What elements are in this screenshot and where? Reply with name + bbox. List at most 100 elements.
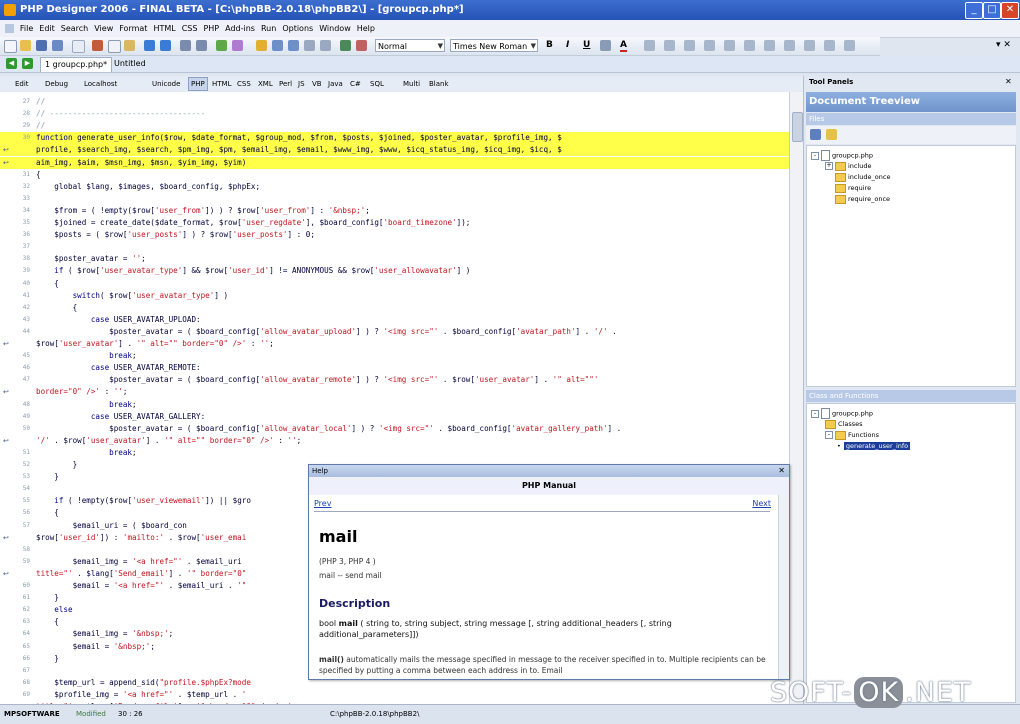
code-line[interactable]: 32 global $lang, $images, $board_config,… <box>0 181 789 193</box>
code-line[interactable]: 30 function generate_user_info($row, $dat… <box>0 132 789 145</box>
list-icon[interactable] <box>684 40 695 51</box>
editor-toolbar-html[interactable]: HTML <box>212 77 231 91</box>
menu-item-options[interactable]: Options <box>282 20 313 37</box>
find-icon[interactable] <box>180 40 191 51</box>
refresh-icon[interactable] <box>810 129 821 140</box>
div-icon[interactable] <box>804 40 815 51</box>
uncomment-icon[interactable] <box>320 40 331 51</box>
editor-toolbar-vb[interactable]: VB <box>312 77 322 91</box>
comment-icon[interactable] <box>304 40 315 51</box>
code-line[interactable]: 36 $posts = ( $row['user_posts'] ) ? $ro… <box>0 229 789 241</box>
code-line[interactable]: 43 case USER_AVATAR_UPLOAD: <box>0 314 789 326</box>
menu-item-format[interactable]: Format <box>119 20 147 37</box>
code-line[interactable]: ↩ profile, $search_img, $search, $pm_img,… <box>0 144 789 157</box>
editor-toolbar-php[interactable]: PHP <box>188 77 208 91</box>
help-scrollbar[interactable] <box>778 495 789 679</box>
code-line[interactable]: ↩ border="0" />' : ''; <box>0 386 789 398</box>
maximize-button[interactable]: □ <box>983 2 1001 19</box>
replace-icon[interactable] <box>196 40 207 51</box>
code-line[interactable]: 44 $poster_avatar = ( $board_config['all… <box>0 326 789 338</box>
run-icon[interactable] <box>216 40 227 51</box>
tree-node[interactable]: + include <box>825 161 872 171</box>
code-line[interactable]: 48 break; <box>0 399 789 411</box>
editor-toolbar-perl[interactable]: Perl <box>279 77 292 91</box>
menu-item-file[interactable]: File <box>20 20 33 37</box>
tree-node[interactable]: • generate_user_info <box>837 441 911 451</box>
new-file-icon[interactable] <box>4 40 17 53</box>
cut-icon[interactable] <box>92 40 103 51</box>
code-line[interactable]: ↩ aim_img, $aim, $msn_img, $msn, $yim_img… <box>0 156 789 169</box>
syntax-check-icon[interactable] <box>340 40 351 51</box>
code-line[interactable]: 33 <box>0 193 789 205</box>
open-folder-icon[interactable] <box>20 40 31 51</box>
code-line[interactable]: 40 { <box>0 278 789 290</box>
close-icon[interactable]: ✕ <box>1005 77 1012 86</box>
code-line[interactable]: 51 break; <box>0 447 789 459</box>
italic-button[interactable]: I <box>566 40 569 50</box>
editor-toolbar-localhost[interactable]: Localhost <box>84 77 117 91</box>
anchor-icon[interactable] <box>764 40 775 51</box>
collapse-icon[interactable]: - <box>811 409 819 418</box>
tab-groupcp[interactable]: 1 groupcp.php* <box>40 57 113 72</box>
close-icon[interactable]: ✕ <box>778 465 785 477</box>
code-line[interactable]: 47 $poster_avatar = ( $board_config['all… <box>0 374 789 386</box>
code-line[interactable]: 37 <box>0 241 789 253</box>
align-left-icon[interactable] <box>600 40 611 51</box>
editor-toolbar-csharp[interactable]: C# <box>350 77 361 91</box>
table-icon[interactable] <box>704 40 715 51</box>
prev-link[interactable]: Prev <box>314 499 331 508</box>
menu-item-window[interactable]: Window <box>319 20 351 37</box>
align-center-icon[interactable] <box>644 40 655 51</box>
code-line[interactable]: 35 $joined = create_date($date_format, $… <box>0 217 789 229</box>
editor-toolbar-debug[interactable]: Debug <box>45 77 68 91</box>
paste-icon[interactable] <box>124 40 135 51</box>
code-line[interactable]: 69 $profile_img = '<a href="' . $temp_ur… <box>0 689 789 701</box>
save-all-icon[interactable] <box>52 40 63 51</box>
tab-untitled[interactable]: Untitled <box>110 57 150 71</box>
code-line[interactable]: 46 case USER_AVATAR_REMOTE: <box>0 362 789 374</box>
folder-options-icon[interactable] <box>826 129 837 140</box>
underline-button[interactable]: U <box>583 40 590 50</box>
code-line[interactable]: 31 { <box>0 169 789 181</box>
code-line[interactable]: 28 // ---------------------------------- <box>0 108 789 120</box>
code-line[interactable]: 39 if ( $row['user_avatar_type'] && $row… <box>0 265 789 277</box>
code-line[interactable]: 45 break; <box>0 350 789 362</box>
code-line[interactable]: 50 $poster_avatar = ( $board_config['all… <box>0 423 789 435</box>
editor-toolbar-blank[interactable]: Blank <box>429 77 449 91</box>
more-tools-icon[interactable] <box>844 40 855 51</box>
menu-item-css[interactable]: CSS <box>182 20 198 37</box>
scrollbar-thumb[interactable] <box>792 112 803 142</box>
editor-toolbar-unicode[interactable]: Unicode <box>152 77 180 91</box>
tab-forward-icon[interactable]: ▶ <box>22 58 33 69</box>
print-icon[interactable] <box>72 40 85 53</box>
expand-icon[interactable]: + <box>825 162 833 170</box>
menu-item-php[interactable]: PHP <box>203 20 219 37</box>
code-line[interactable]: ↩ '/' . $row['user_avatar'] . '" alt="" b… <box>0 435 789 447</box>
bold-button[interactable]: B <box>546 40 553 50</box>
form-icon[interactable] <box>784 40 795 51</box>
editor-toolbar-edit[interactable]: Edit <box>15 77 29 91</box>
outdent-icon[interactable] <box>288 40 299 51</box>
menu-item-html[interactable]: HTML <box>153 20 175 37</box>
code-line[interactable]: 29 // <box>0 120 789 132</box>
tree-node[interactable]: - Functions <box>825 430 879 440</box>
code-line[interactable]: 34 $from = ( !empty($row['user_from']) )… <box>0 205 789 217</box>
style-select[interactable]: Normal ▼ <box>375 39 445 52</box>
editor-toolbar-sql[interactable]: SQL <box>370 77 384 91</box>
minimize-button[interactable]: _ <box>965 2 983 19</box>
menu-item-add-ins[interactable]: Add-ins <box>225 20 255 37</box>
menu-item-view[interactable]: View <box>94 20 113 37</box>
save-icon[interactable] <box>36 40 47 51</box>
code-line[interactable]: 42 { <box>0 302 789 314</box>
span-icon[interactable] <box>824 40 835 51</box>
menu-item-edit[interactable]: Edit <box>39 20 55 37</box>
code-line[interactable]: 27 // <box>0 96 789 108</box>
code-line[interactable]: 38 $poster_avatar = ''; <box>0 253 789 265</box>
code-line[interactable]: 49 case USER_AVATAR_GALLERY: <box>0 411 789 423</box>
toolbar-pin-icon[interactable]: ▾ ✕ <box>996 40 1011 50</box>
tree-node[interactable]: require_once <box>835 194 890 204</box>
font-select[interactable]: Times New Roman ▼ <box>450 39 538 52</box>
next-link[interactable]: Next <box>752 499 771 508</box>
editor-toolbar-java[interactable]: Java <box>328 77 343 91</box>
bookmark-icon[interactable] <box>256 40 267 51</box>
